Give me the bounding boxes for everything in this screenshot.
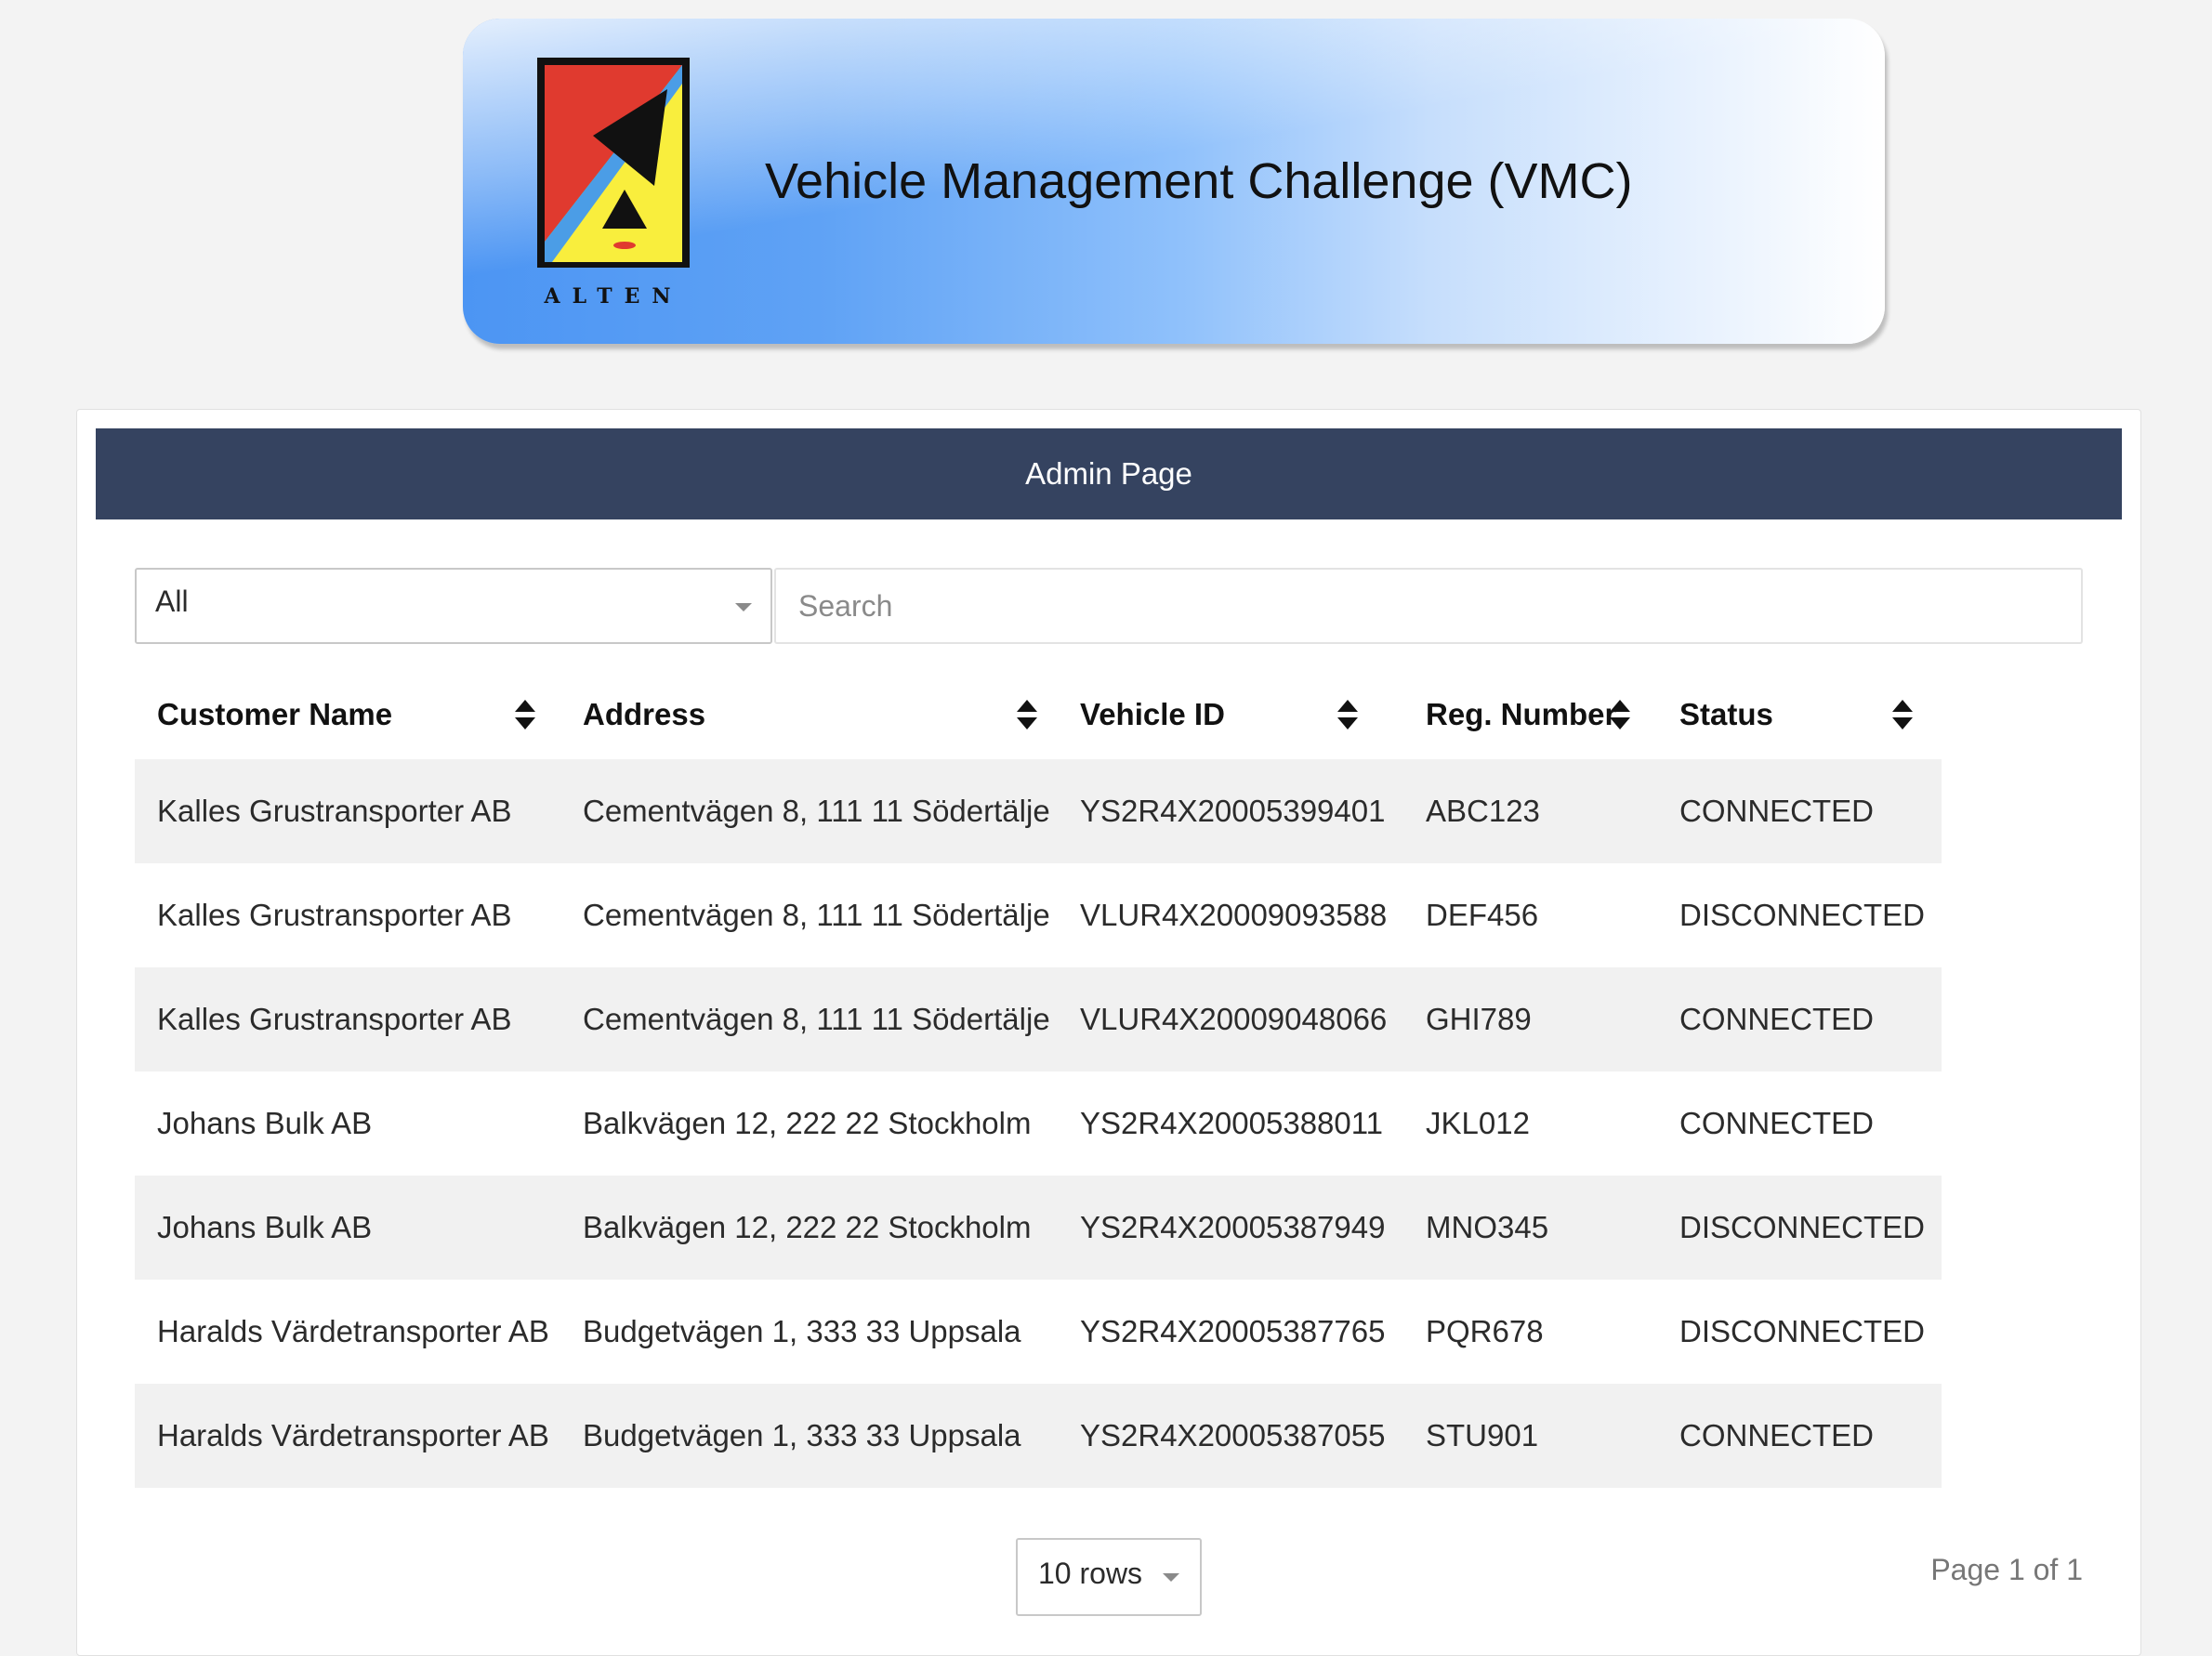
column-header-label: Status [1679,697,1773,731]
cell-reg-number: MNO345 [1426,1210,1549,1244]
cell-status: CONNECTED [1679,1106,1875,1140]
page-title: Admin Page [96,428,2122,519]
table-row[interactable]: Johans Bulk AB Balkvägen 12, 222 22 Stoc… [135,1071,1942,1176]
column-header-status[interactable]: Status [1657,670,1942,759]
cell-vehicle-id: YS2R4X20005399401 [1080,794,1386,828]
column-header-label: Address [583,697,706,731]
sort-icon[interactable] [1336,699,1359,730]
cell-address: Cementvägen 8, 111 11 Södertälje [583,1002,1050,1036]
cell-status: DISCONNECTED [1679,898,1926,932]
cell-customer-name: Johans Bulk AB [157,1106,373,1140]
cell-reg-number: STU901 [1426,1418,1539,1452]
cell-vehicle-id: YS2R4X20005387949 [1080,1210,1386,1244]
cell-status: CONNECTED [1679,794,1875,828]
column-header-customer-name[interactable]: Customer Name [135,670,560,759]
chevron-down-icon [735,603,752,611]
cell-status: CONNECTED [1679,1002,1875,1036]
sort-icon[interactable] [1016,699,1038,730]
cell-address: Budgetvägen 1, 333 33 Uppsala [583,1314,1021,1348]
table-row[interactable]: Kalles Grustransporter AB Cementvägen 8,… [135,863,1942,967]
cell-customer-name: Haralds Värdetransporter AB [157,1314,549,1348]
column-header-reg-number[interactable]: Reg. Number [1403,670,1657,759]
cell-reg-number: GHI789 [1426,1002,1532,1036]
table-row[interactable]: Kalles Grustransporter AB Cementvägen 8,… [135,967,1942,1071]
cell-customer-name: Kalles Grustransporter AB [157,1002,512,1036]
banner: ALTEN Vehicle Management Challenge (VMC) [463,19,1885,344]
column-header-label: Vehicle ID [1080,697,1225,731]
cell-customer-name: Kalles Grustransporter AB [157,898,512,932]
cell-address: Budgetvägen 1, 333 33 Uppsala [583,1418,1021,1452]
sort-icon[interactable] [1609,699,1631,730]
table-row[interactable]: Haralds Värdetransporter AB Budgetvägen … [135,1384,1942,1488]
table-row[interactable]: Haralds Värdetransporter AB Budgetvägen … [135,1280,1942,1384]
cell-reg-number: PQR678 [1426,1314,1544,1348]
column-header-label: Customer Name [157,697,393,731]
table-row[interactable]: Johans Bulk AB Balkvägen 12, 222 22 Stoc… [135,1176,1942,1280]
rows-per-page-select[interactable]: 10 rows [1016,1538,1202,1616]
admin-card: Admin Page All Customer Name Address Veh… [76,409,2141,1656]
vehicle-table: Customer Name Address Vehicle ID Reg. Nu… [135,670,1942,1488]
column-header-address[interactable]: Address [560,670,1058,759]
search-input[interactable] [774,568,2083,644]
column-header-vehicle-id[interactable]: Vehicle ID [1058,670,1403,759]
rows-per-page-value: 10 rows [1038,1557,1143,1590]
customer-filter-select[interactable]: All [135,568,772,644]
logo-text: ALTEN [544,284,683,309]
cell-customer-name: Kalles Grustransporter AB [157,794,512,828]
banner-title: Vehicle Management Challenge (VMC) [765,153,1633,209]
page-info: Page 1 of 1 [1930,1553,2083,1586]
sort-icon[interactable] [1891,699,1914,730]
cell-status: DISCONNECTED [1679,1314,1926,1348]
cell-address: Cementvägen 8, 111 11 Södertälje [583,898,1050,932]
column-header-label: Reg. Number [1426,697,1617,731]
cell-address: Balkvägen 12, 222 22 Stockholm [583,1210,1032,1244]
cell-customer-name: Johans Bulk AB [157,1210,373,1244]
customer-filter-value: All [155,585,189,618]
cell-address: Balkvägen 12, 222 22 Stockholm [583,1106,1032,1140]
cell-reg-number: ABC123 [1426,794,1540,828]
cell-status: CONNECTED [1679,1418,1875,1452]
cell-vehicle-id: YS2R4X20005388011 [1080,1106,1384,1140]
cell-vehicle-id: VLUR4X20009048066 [1080,1002,1388,1036]
table-header: Customer Name Address Vehicle ID Reg. Nu… [135,670,1942,759]
sort-icon[interactable] [514,699,536,730]
chevron-down-icon [1163,1573,1179,1582]
alten-logo-icon [537,58,690,268]
table-row[interactable]: Kalles Grustransporter AB Cementvägen 8,… [135,759,1942,863]
cell-reg-number: DEF456 [1426,898,1539,932]
cell-reg-number: JKL012 [1426,1106,1530,1140]
cell-vehicle-id: YS2R4X20005387055 [1080,1418,1386,1452]
cell-vehicle-id: VLUR4X20009093588 [1080,898,1388,932]
cell-vehicle-id: YS2R4X20005387765 [1080,1314,1386,1348]
cell-status: DISCONNECTED [1679,1210,1926,1244]
cell-customer-name: Haralds Värdetransporter AB [157,1418,549,1452]
cell-address: Cementvägen 8, 111 11 Södertälje [583,794,1050,828]
